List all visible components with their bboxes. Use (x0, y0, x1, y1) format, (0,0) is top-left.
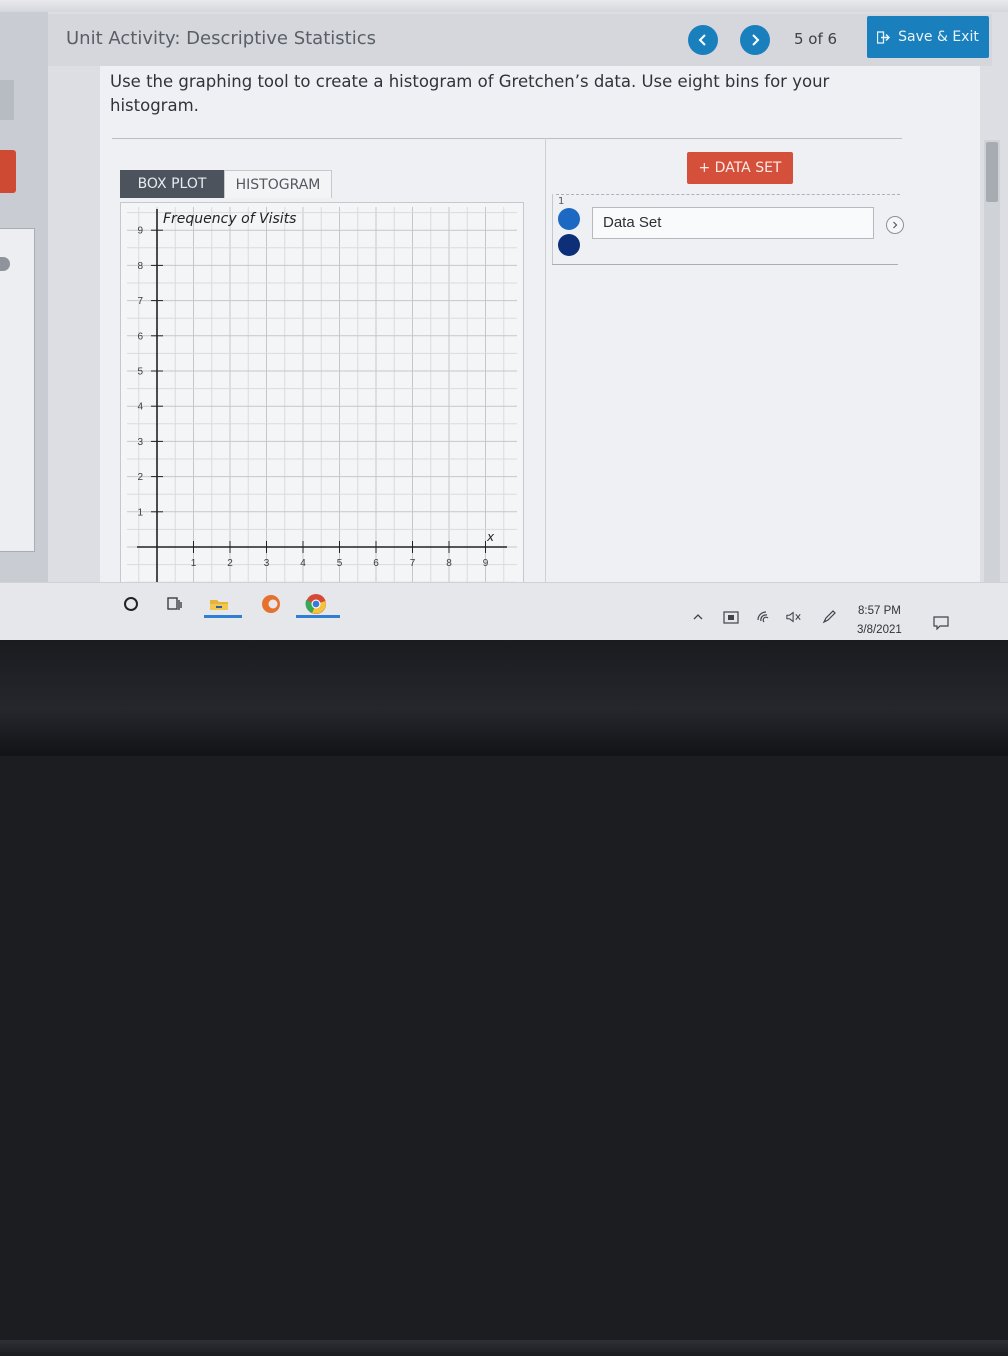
data-set-color-1[interactable] (558, 208, 580, 230)
browser-top-strip (0, 0, 1008, 12)
histogram-graph[interactable]: 1 2 3 4 5 6 7 8 9 1 2 3 4 5 6 7 8 9 Frequency of Visits x (120, 202, 524, 596)
chrome-active-indicator (296, 615, 340, 618)
x-axis-tick-label: 8 (446, 558, 452, 569)
add-data-set-button[interactable]: + DATA SET (687, 152, 793, 184)
data-set-number: 1 (558, 196, 565, 207)
y-axis-tick-label: 3 (137, 437, 143, 448)
question-text: Use the graphing tool to create a histog… (110, 72, 830, 115)
y-axis-tick-label: 7 (137, 296, 143, 307)
notification-icon[interactable] (933, 615, 949, 631)
activity-header: Unit Activity: Descriptive Statistics 5 … (48, 14, 992, 66)
left-side-tab[interactable] (0, 80, 14, 120)
clock-time[interactable]: 8:57 PM (858, 605, 901, 617)
x-axis-tick-label: 7 (410, 558, 416, 569)
tab-box-plot[interactable]: BOX PLOT (120, 170, 224, 198)
data-set-row-left-border (552, 194, 553, 264)
y-axis-tick-label: 9 (137, 226, 143, 237)
y-axis-tick-label: 8 (137, 261, 143, 272)
histogram-chart[interactable]: 1 2 3 4 5 6 7 8 9 1 2 3 4 5 6 7 8 9 Frequency of Visits x (121, 203, 521, 593)
edge-icon[interactable] (258, 591, 284, 617)
wifi-icon[interactable] (756, 609, 772, 625)
chevron-right-icon (752, 34, 760, 46)
data-set-row-bottom-border (552, 264, 898, 265)
pen-icon[interactable] (822, 609, 838, 625)
chevron-up-icon[interactable] (690, 609, 706, 625)
scrollbar-thumb[interactable] (986, 142, 998, 202)
next-button[interactable] (740, 25, 770, 55)
x-axis-tick-label: 2 (227, 558, 233, 569)
tab-histogram[interactable]: HISTOGRAM (224, 170, 332, 198)
file-explorer-active-indicator (204, 615, 242, 618)
chevron-left-icon (698, 34, 706, 46)
task-view-icon[interactable] (162, 591, 188, 617)
store-icon[interactable] (723, 609, 739, 625)
save-exit-button[interactable]: Save & Exit (867, 16, 989, 58)
x-axis-tick-label: 5 (337, 558, 343, 569)
column-divider (545, 138, 546, 598)
data-set-row-top-border (556, 194, 900, 195)
exit-icon (877, 30, 891, 44)
file-explorer-icon[interactable] (206, 591, 232, 617)
question-content: Use the graphing tool to create a histog… (100, 66, 980, 598)
clock-date[interactable]: 3/8/2021 (857, 624, 902, 636)
chrome-icon[interactable] (303, 591, 329, 617)
y-axis-tick-label: 2 (137, 472, 143, 483)
cortana-icon[interactable] (118, 591, 144, 617)
y-axis-tick-label: 6 (137, 331, 143, 342)
volume-muted-icon[interactable] (786, 609, 802, 625)
y-axis-label: Frequency of Visits (163, 211, 296, 227)
page-scrollbar[interactable] (984, 140, 1000, 597)
left-side-panel (0, 228, 35, 552)
windows-taskbar: 8:57 PM 3/8/2021 (0, 582, 1008, 640)
previous-button[interactable] (688, 25, 718, 55)
x-axis-tick-label: 3 (264, 558, 270, 569)
save-exit-label: Save & Exit (898, 29, 979, 45)
monitor-bezel (0, 640, 1008, 1356)
expand-data-set-button[interactable] (886, 216, 904, 234)
x-axis-tick-label: 6 (373, 558, 379, 569)
left-panel-handle[interactable] (0, 257, 10, 271)
monitor-screen: Unit Activity: Descriptive Statistics 5 … (0, 0, 1008, 640)
y-axis-tick-label: 1 (137, 507, 143, 518)
y-axis-tick-label: 4 (137, 402, 143, 413)
data-set-color-2[interactable] (558, 234, 580, 256)
chevron-right-icon (893, 221, 898, 229)
left-side-red-tab[interactable] (0, 150, 16, 193)
x-axis-label: x (486, 530, 495, 544)
data-set-name-input[interactable]: Data Set (592, 207, 874, 239)
page-indicator: 5 of 6 (794, 30, 838, 48)
divider (112, 138, 902, 139)
x-axis-tick-label: 4 (300, 558, 306, 569)
y-axis-tick-label: 5 (137, 367, 143, 378)
activity-title: Unit Activity: Descriptive Statistics (66, 28, 376, 49)
bezel-edge (0, 1340, 1008, 1356)
x-axis-tick-label: 1 (191, 558, 197, 569)
x-axis-tick-label: 9 (483, 558, 489, 569)
